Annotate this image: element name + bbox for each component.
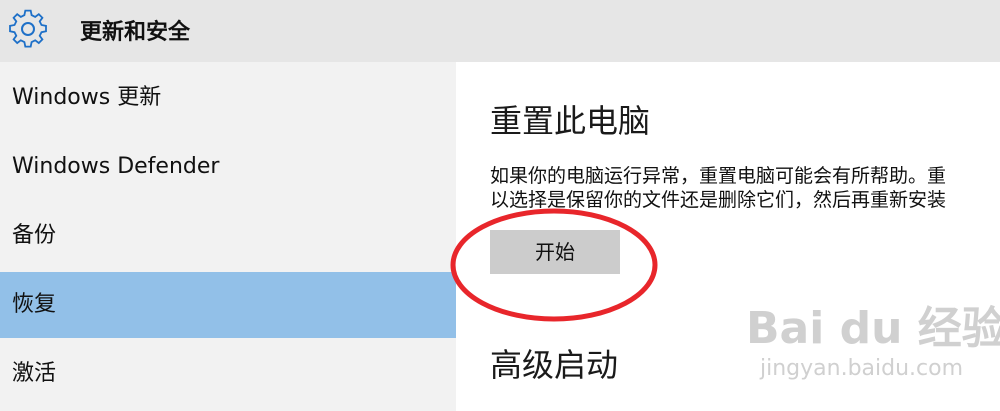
reset-pc-heading: 重置此电脑 [490, 102, 651, 140]
reset-description: 如果你的电脑运行异常，重置电脑可能会有所帮助。重 以选择是保留你的文件还是删除它… [490, 164, 1000, 212]
sidebar-item-windows-defender[interactable]: Windows Defender [0, 134, 456, 200]
start-reset-button[interactable]: 开始 [490, 230, 620, 274]
sidebar: Windows 更新 Windows Defender 备份 恢复 激活 [0, 62, 456, 411]
sidebar-item-activation[interactable]: 激活 [0, 341, 456, 407]
sidebar-item-windows-update[interactable]: Windows 更新 [0, 65, 456, 131]
main-content: 重置此电脑 如果你的电脑运行异常，重置电脑可能会有所帮助。重 以选择是保留你的文… [456, 62, 1000, 411]
page-title: 更新和安全 [80, 20, 191, 45]
reset-description-line-2: 以选择是保留你的文件还是删除它们，然后再重新安装 [490, 189, 947, 211]
sidebar-item-backup[interactable]: 备份 [0, 203, 456, 269]
title-bar: 更新和安全 [0, 0, 1000, 62]
reset-description-line-1: 如果你的电脑运行异常，重置电脑可能会有所帮助。重 [490, 165, 947, 187]
gear-icon [9, 9, 47, 48]
advanced-startup-heading: 高级启动 [490, 346, 619, 384]
sidebar-item-recovery[interactable]: 恢复 [0, 272, 456, 338]
